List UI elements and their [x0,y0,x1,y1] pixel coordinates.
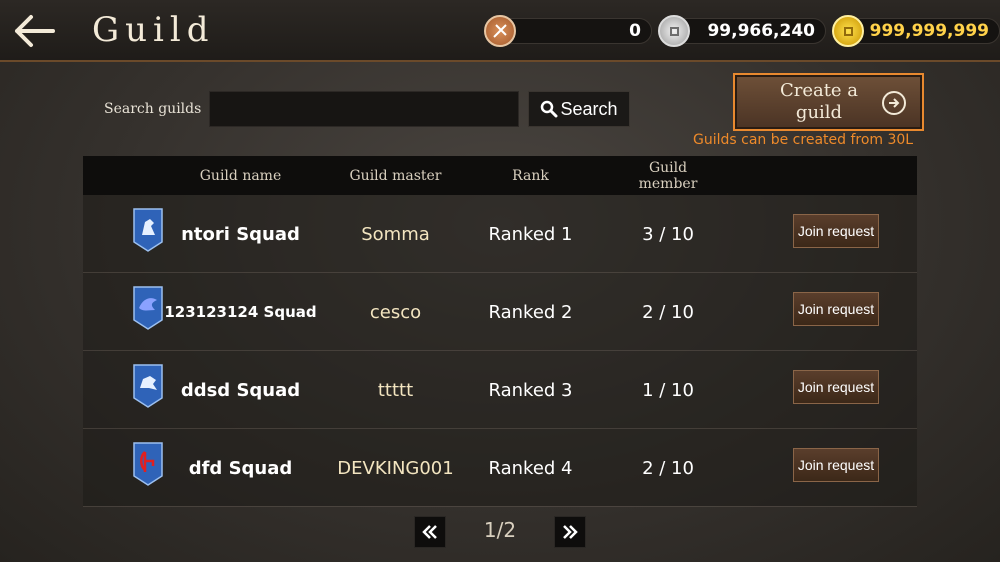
table-row: 123123124 Squad cesco Ranked 2 2 / 10 Jo… [83,273,917,351]
horse-emblem-icon [133,364,163,408]
gold-coin-icon [832,15,864,47]
guild-name: 123123124 Squad [164,303,317,321]
next-page-button[interactable] [554,516,586,548]
column-guild-member-line1: Guild [648,159,688,176]
column-guild-name: Guild name [199,167,282,184]
guild-members: 2 / 10 [642,301,694,323]
guild-master: cesco [369,301,422,323]
guild-rank: Ranked 2 [488,301,573,323]
page-title: Guild [92,10,215,50]
sword-coin-icon [484,15,516,47]
create-guild-button[interactable]: Create a guild [733,73,924,131]
search-button[interactable]: Search [528,91,630,127]
page-indicator: 1/2 [483,518,517,542]
back-arrow-icon [15,15,55,47]
table-header: Guild name Guild master Rank Guild membe… [83,156,917,195]
search-input[interactable] [209,91,519,127]
previous-page-button[interactable] [414,516,446,548]
column-rank: Rank [512,167,549,184]
guild-members: 1 / 10 [642,379,694,401]
create-guild-label-line1: Create a [779,80,859,101]
column-guild-member: Guild member [613,156,723,195]
dragon-emblem-icon [133,286,163,330]
table-row: ntori Squad Somma Ranked 1 3 / 10 Join r… [83,195,917,273]
guild-members: 3 / 10 [642,223,694,245]
column-guild-member-line2: member [638,175,698,192]
join-request-button[interactable]: Join request [793,292,879,326]
double-chevron-left-icon [422,525,437,539]
guild-name: dfd Squad [188,457,293,479]
red-symbol-emblem-icon [133,442,163,486]
guild-master: DEVKING001 [337,457,454,479]
guild-rank: Ranked 4 [488,457,573,479]
create-guild-label: Create a guild [771,80,867,124]
guild-table: Guild name Guild master Rank Guild membe… [83,156,917,507]
currency-sword: 0 [484,15,652,47]
guild-name: ntori Squad [181,223,300,245]
search-button-label: Search [560,98,618,119]
guild-master: Somma [361,223,430,245]
sword-coin-value: 0 [496,18,652,44]
table-row: dfd Squad DEVKING001 Ranked 4 2 / 10 Joi… [83,429,917,507]
guild-name: ddsd Squad [180,379,301,401]
guild-members: 2 / 10 [642,457,694,479]
arrow-right-circle-icon [882,91,906,115]
table-row: ddsd Squad ttttt Ranked 3 1 / 10 Join re… [83,351,917,429]
guild-rank: Ranked 1 [488,223,573,245]
currency-gold: 999,999,999 [832,15,1000,47]
knight-emblem-icon [133,208,163,252]
create-guild-label-line2: guild [795,102,843,123]
currency-silver: 99,966,240 [658,15,826,47]
search-label: Search guilds [104,101,202,117]
gold-coin-value: 999,999,999 [844,18,1000,44]
top-bar: Guild 0 99,966,240 999,999,999 [0,0,1000,62]
guild-master: ttttt [377,379,414,401]
create-guild-requirement: Guilds can be created from 30L [693,132,914,148]
join-request-button[interactable]: Join request [793,448,879,482]
silver-coin-icon [658,15,690,47]
double-chevron-right-icon [563,525,578,539]
join-request-button[interactable]: Join request [793,370,879,404]
guild-rank: Ranked 3 [488,379,573,401]
join-request-button[interactable]: Join request [793,214,879,248]
silver-coin-value: 99,966,240 [670,18,826,44]
column-guild-master: Guild master [349,167,442,184]
back-button[interactable] [10,10,58,52]
search-icon [541,100,558,118]
